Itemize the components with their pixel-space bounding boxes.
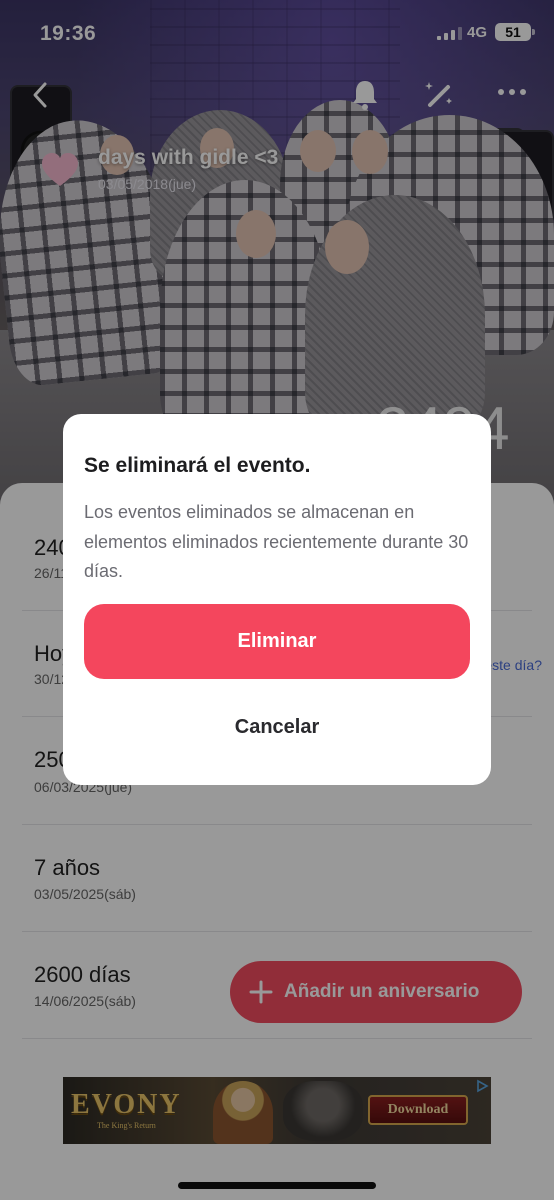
dialog-title: Se eliminará el evento.	[84, 454, 311, 477]
delete-button[interactable]: Eliminar	[84, 604, 470, 679]
dialog-message: Los eventos eliminados se almacenan en e…	[84, 502, 469, 581]
delete-event-dialog: Se eliminará el evento. Los eventos elim…	[63, 414, 491, 785]
cancel-button[interactable]: Cancelar	[84, 696, 470, 758]
